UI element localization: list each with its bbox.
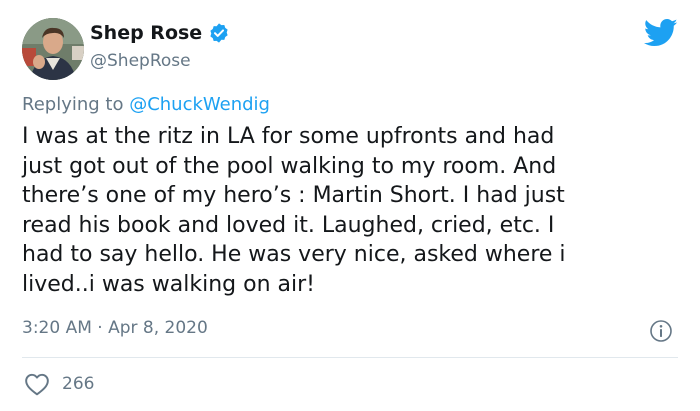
author-name-row: Shep Rose (90, 22, 230, 44)
heart-icon[interactable] (24, 372, 50, 396)
divider (22, 357, 678, 358)
info-icon[interactable] (649, 319, 673, 343)
tweet-text: I was at the ritz in LA for some upfront… (22, 124, 566, 297)
reply-context: Replying to @ChuckWendig (22, 94, 270, 115)
like-action[interactable]: 266 (24, 372, 94, 396)
avatar[interactable] (22, 18, 84, 80)
author-display-name[interactable]: Shep Rose (90, 22, 202, 44)
reply-prefix: Replying to (22, 94, 130, 115)
twitter-bird-icon[interactable] (644, 18, 678, 48)
like-count: 266 (62, 374, 95, 394)
verified-badge-icon (210, 23, 228, 43)
avatar-photo (22, 18, 84, 80)
author-handle[interactable]: @ShepRose (90, 51, 191, 71)
tweet-timestamp[interactable]: 3:20 AM · Apr 8, 2020 (22, 318, 208, 338)
reply-mention-link[interactable]: @ChuckWendig (129, 94, 270, 115)
